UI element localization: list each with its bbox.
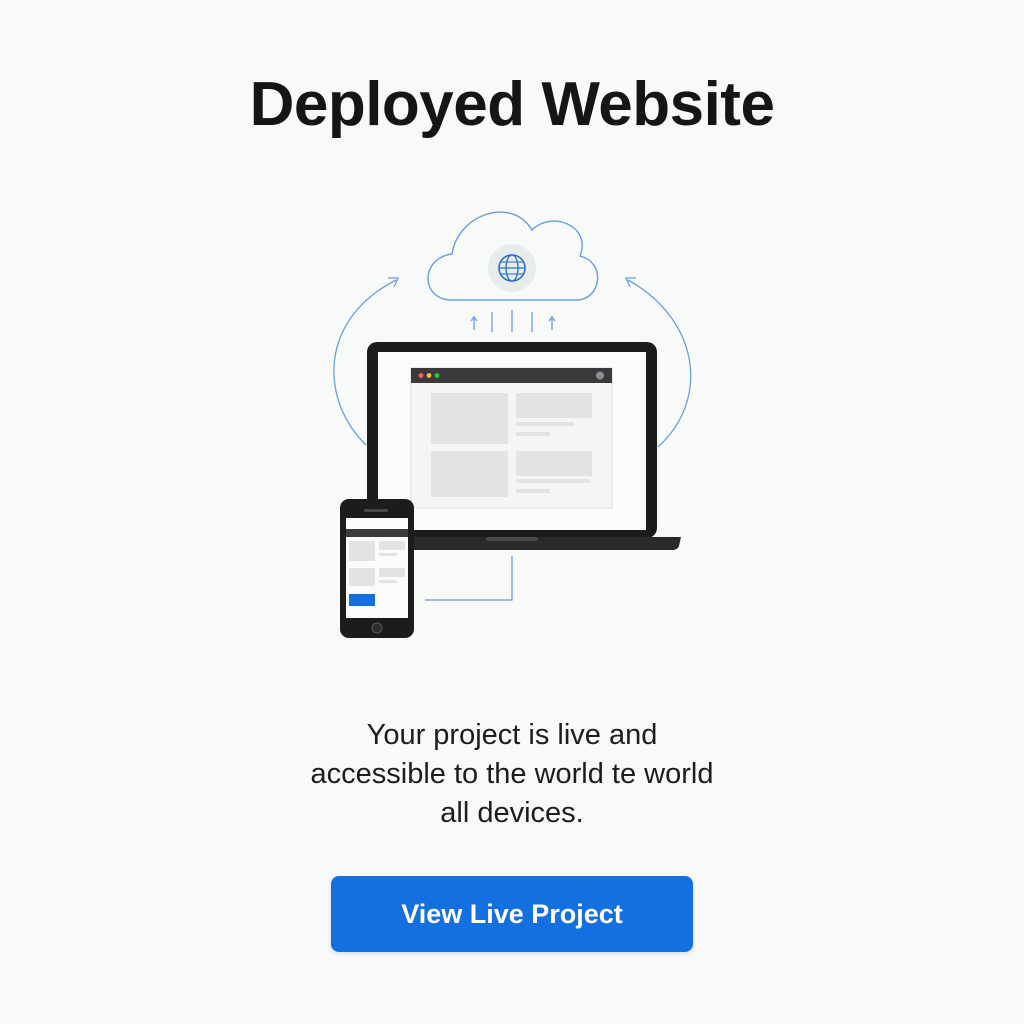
browser-window — [410, 367, 613, 509]
upload-arrows-icon — [470, 310, 556, 332]
status-message-line: Your project is live and — [366, 719, 658, 751]
globe-icon — [488, 244, 536, 292]
smartphone-icon — [340, 499, 414, 638]
deployment-illustration — [333, 211, 692, 638]
status-message: Your project is live and accessible to t… — [262, 716, 762, 833]
status-message-line: all devices. — [440, 797, 584, 829]
view-live-project-button[interactable]: View Live Project — [331, 876, 693, 952]
status-message-line: accessible to the world te world — [310, 758, 714, 790]
connector-line — [425, 556, 513, 601]
